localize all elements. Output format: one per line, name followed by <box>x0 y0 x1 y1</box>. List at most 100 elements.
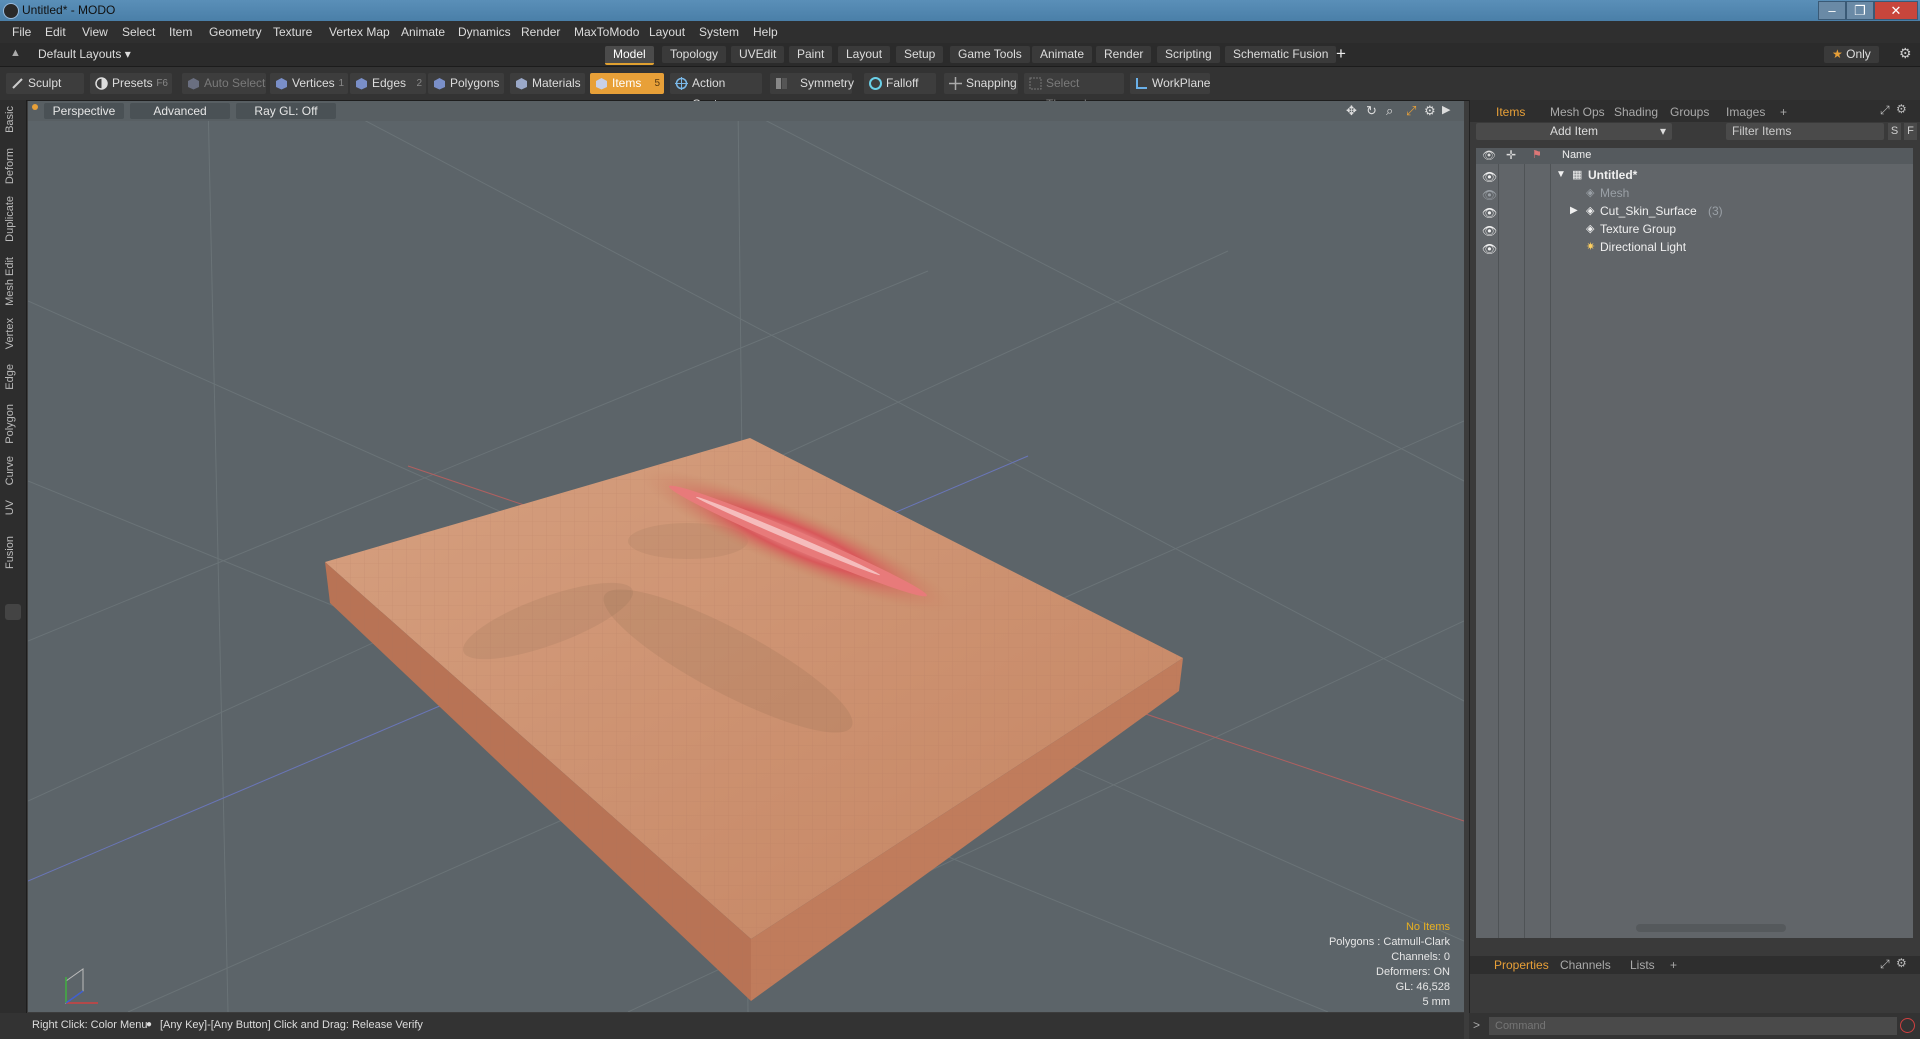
expand-panel-icon[interactable]: ⤢ <box>1880 103 1890 118</box>
strip-toggle-button[interactable] <box>5 604 21 620</box>
tab-fusion[interactable]: Fusion <box>4 536 22 569</box>
filter-items-input[interactable]: Filter Items <box>1726 123 1884 140</box>
menu-dynamics[interactable]: Dynamics <box>458 25 511 39</box>
workplane-button[interactable]: WorkPlane <box>1130 73 1210 94</box>
tab-deform[interactable]: Deform <box>4 148 22 184</box>
perspective-view-button[interactable]: Perspective <box>44 103 124 119</box>
tab-properties[interactable]: Properties <box>1490 956 1553 974</box>
eye-icon[interactable]: 👁 <box>1482 186 1497 202</box>
tab-scripting[interactable]: Scripting <box>1157 46 1220 63</box>
menu-select[interactable]: Select <box>122 25 155 39</box>
move-view-icon[interactable]: ✥ <box>1346 103 1357 119</box>
menu-item[interactable]: Item <box>169 25 192 39</box>
tree-row-cut-skin-surface[interactable]: 👁 ▶ ◈ Cut_Skin_Surface (3) <box>1476 202 1913 220</box>
tab-game-tools[interactable]: Game Tools <box>950 46 1030 63</box>
tree-row-directional-light[interactable]: 👁 ✷ Directional Light <box>1476 238 1913 256</box>
menu-animate[interactable]: Animate <box>401 25 445 39</box>
menu-texture[interactable]: Texture <box>273 25 312 39</box>
collapse-arrow-icon[interactable]: ▼ <box>1556 166 1566 184</box>
menu-render[interactable]: Render <box>521 25 560 39</box>
falloff-button[interactable]: Falloff <box>864 73 936 94</box>
tab-render[interactable]: Render <box>1096 46 1152 63</box>
minimize-button[interactable]: – <box>1818 1 1846 20</box>
tab-shading[interactable]: Shading <box>1610 103 1662 121</box>
visibility-column-icon[interactable]: 👁 <box>1482 149 1496 162</box>
menu-edit[interactable]: Edit <box>45 25 66 39</box>
3d-viewport[interactable]: Perspective Advanced Ray GL: Off ✥ ↻ ⌕ ⤢… <box>28 101 1464 1012</box>
snapping-button[interactable]: Snapping <box>944 73 1018 94</box>
tab-vertex[interactable]: Vertex <box>4 318 22 349</box>
only-button[interactable]: ★ Only <box>1824 46 1879 63</box>
symmetry-button[interactable]: Symmetry <box>770 73 854 94</box>
default-layouts-dropdown[interactable]: Default Layouts ▾ <box>38 47 131 61</box>
maximize-button[interactable]: ❐ <box>1846 1 1874 20</box>
tab-items[interactable]: Items <box>1492 103 1529 121</box>
tab-basic[interactable]: Basic <box>4 106 22 133</box>
items-button[interactable]: Items 5 <box>590 73 664 94</box>
expand-arrow-icon[interactable]: ▶ <box>1570 202 1578 220</box>
expand-props-icon[interactable]: ⤢ <box>1880 957 1890 972</box>
tab-topology[interactable]: Topology <box>662 46 727 63</box>
menu-geometry[interactable]: Geometry <box>209 25 262 39</box>
filter-f-button[interactable]: F <box>1904 123 1917 140</box>
menu-file[interactable]: File <box>12 25 31 39</box>
polygons-button[interactable]: Polygons <box>428 73 504 94</box>
raygl-button[interactable]: Ray GL: Off <box>236 103 336 119</box>
lock-column-icon[interactable]: ✛ <box>1506 148 1516 162</box>
fit-view-icon[interactable]: ⤢ <box>1406 103 1416 119</box>
rotate-view-icon[interactable]: ↻ <box>1366 103 1377 119</box>
tab-images[interactable]: Images <box>1722 103 1769 121</box>
tab-mesh-edit[interactable]: Mesh Edit <box>4 257 22 306</box>
eye-icon[interactable]: 👁 <box>1482 222 1497 238</box>
tab-uv[interactable]: UV <box>4 500 22 515</box>
tab-layout[interactable]: Layout <box>838 46 891 63</box>
tree-row-texture-group[interactable]: 👁 ◈ Texture Group <box>1476 220 1913 238</box>
action-center-button[interactable]: Action Center <box>670 73 762 111</box>
command-input[interactable] <box>1489 1017 1897 1035</box>
menu-vertex-map[interactable]: Vertex Map <box>329 25 390 39</box>
tab-edge[interactable]: Edge <box>4 364 22 390</box>
viewport-settings-icon[interactable]: ⚙ <box>1424 103 1436 119</box>
gear-icon[interactable]: ⚙ <box>1899 45 1912 62</box>
menu-layout[interactable]: Layout <box>649 25 685 39</box>
tree-row-untitled[interactable]: 👁 ▼ ▦ Untitled* <box>1476 166 1913 184</box>
zoom-icon[interactable]: ⌕ <box>1386 103 1393 119</box>
tree-row-mesh[interactable]: 👁 ◈ Mesh <box>1476 184 1913 202</box>
select-through-button[interactable]: Select Through <box>1024 73 1124 111</box>
presets-button[interactable]: Presets F6 <box>90 73 172 94</box>
panel-gear-icon[interactable]: ⚙ <box>1896 102 1907 116</box>
filter-s-button[interactable]: S <box>1888 123 1901 140</box>
eye-icon[interactable]: 👁 <box>1482 240 1497 256</box>
props-gear-icon[interactable]: ⚙ <box>1896 956 1907 970</box>
advanced-shading-button[interactable]: Advanced <box>130 103 230 119</box>
tab-polygon[interactable]: Polygon <box>4 404 22 444</box>
tab-animate[interactable]: Animate <box>1032 46 1093 63</box>
tab-mesh-ops[interactable]: Mesh Ops <box>1546 103 1609 121</box>
tab-lists[interactable]: Lists <box>1626 956 1659 974</box>
materials-button[interactable]: Materials <box>510 73 585 94</box>
tab-model[interactable]: Model <box>605 46 654 65</box>
add-items-tab-button[interactable]: + <box>1776 103 1791 121</box>
tab-schematic-fusion[interactable]: Schematic Fusion <box>1225 46 1337 63</box>
vertices-button[interactable]: Vertices 1 <box>270 73 348 94</box>
eye-icon[interactable]: 👁 <box>1482 168 1497 184</box>
tab-duplicate[interactable]: Duplicate <box>4 196 22 242</box>
close-button[interactable]: ✕ <box>1874 1 1918 20</box>
menu-help[interactable]: Help <box>753 25 778 39</box>
tab-channels[interactable]: Channels <box>1556 956 1615 974</box>
auto-select-button[interactable]: Auto Select <box>182 73 266 94</box>
tab-setup[interactable]: Setup <box>896 46 944 63</box>
tab-curve[interactable]: Curve <box>4 456 22 485</box>
layout-up-icon[interactable]: ▲ <box>10 47 21 59</box>
tab-uvedit[interactable]: UVEdit <box>731 46 785 63</box>
render-column-icon[interactable]: ⚑ <box>1532 148 1542 161</box>
tab-paint[interactable]: Paint <box>789 46 833 63</box>
edges-button[interactable]: Edges 2 <box>350 73 426 94</box>
menu-view[interactable]: View <box>82 25 108 39</box>
menu-system[interactable]: System <box>699 25 739 39</box>
tab-groups[interactable]: Groups <box>1666 103 1713 121</box>
menu-maxtomodo[interactable]: MaxToModo <box>574 25 639 39</box>
add-props-tab-button[interactable]: + <box>1666 956 1681 974</box>
tree-scrollbar[interactable] <box>1636 924 1786 932</box>
eye-icon[interactable]: 👁 <box>1482 204 1497 220</box>
